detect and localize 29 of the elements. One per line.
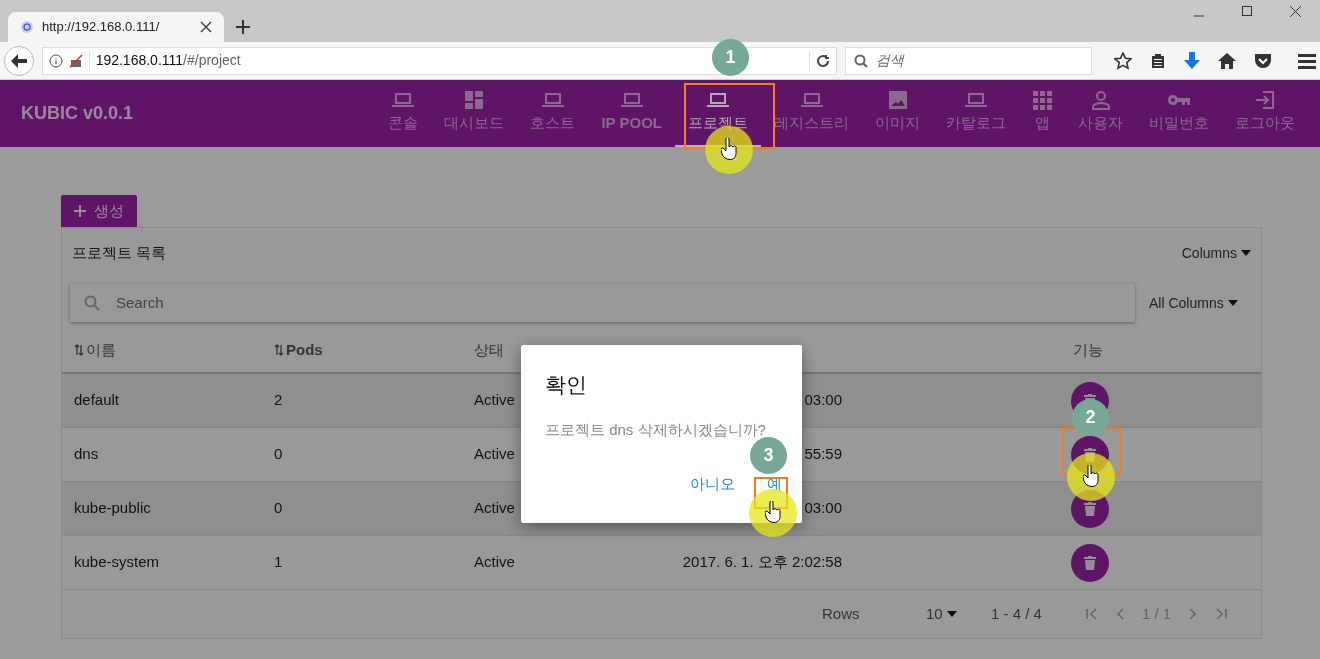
table-cell: Active [474, 445, 515, 463]
table-cell: 03:00 [804, 499, 842, 517]
column-header: 기능 [1073, 339, 1103, 360]
search-placeholder: Search [116, 292, 164, 313]
table-cell: 03:00 [804, 391, 842, 409]
table-cell: 2017. 6. 1. 오후 2:02:58 [682, 553, 842, 571]
dialog-message: 프로젝트 dns 삭제하시겠습니까? [545, 419, 767, 440]
rows-label: Rows [822, 603, 861, 624]
table-cell: Active [474, 499, 515, 517]
url-path: /#/project [183, 51, 241, 70]
table-cell: kube-system [74, 553, 160, 571]
column-header: 상태 [474, 339, 504, 360]
table-cell: dns [74, 445, 99, 463]
tab-title: http://192.168.0.111/ [42, 18, 161, 37]
page-range: 1 - 4 / 4 [991, 603, 1043, 624]
url-host: 192.168.0.111 [95, 51, 184, 70]
table-cell: Active [474, 391, 515, 409]
table-cell: kube-public [74, 499, 151, 517]
app-title: KUBIC v0.0.1 [21, 102, 134, 125]
table-cell: 0 [274, 499, 283, 517]
table-cell: Active [474, 553, 515, 571]
table-cell: default [74, 391, 120, 409]
table-cell: 2 [274, 391, 283, 409]
table-cell: 0 [274, 445, 283, 463]
dialog-title: 확인 [545, 372, 588, 398]
table-cell: 55:59 [804, 445, 842, 463]
table-title: 프로젝트 목록 [72, 242, 167, 263]
table-cell: 1 [274, 553, 283, 571]
search-placeholder: 검색 [876, 51, 905, 70]
